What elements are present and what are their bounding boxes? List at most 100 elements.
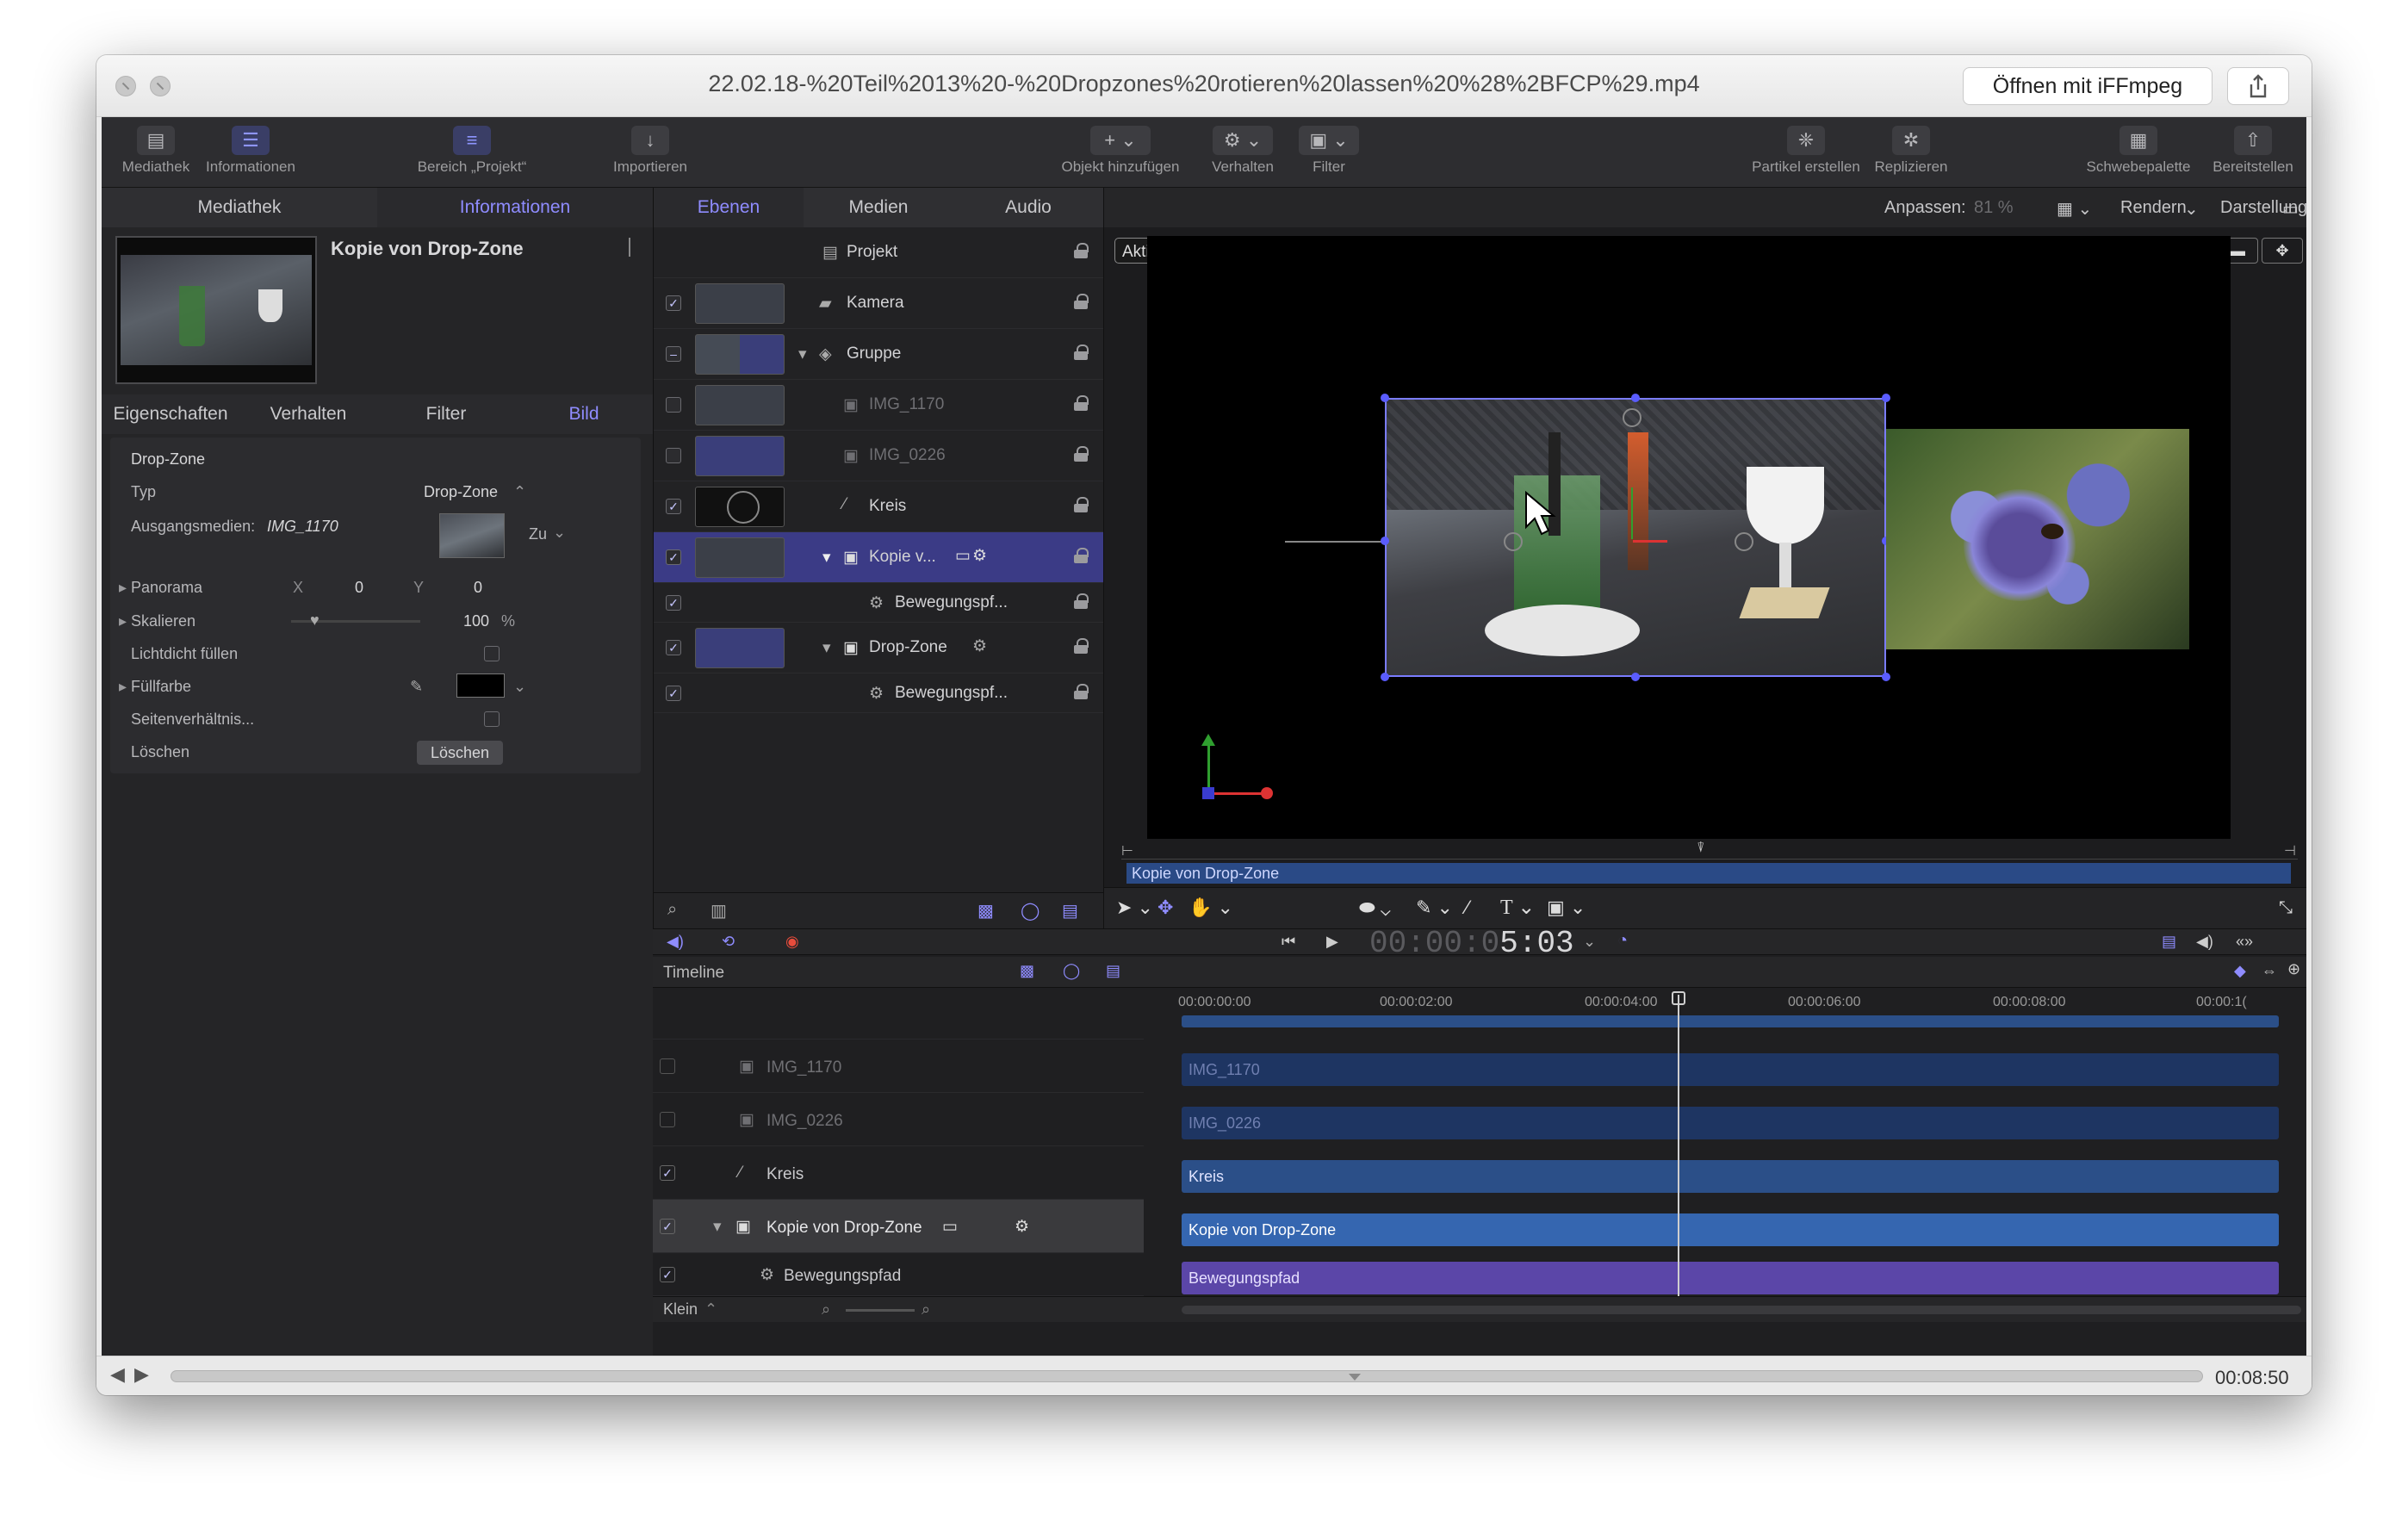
volume-icon[interactable]: ◀) — [2196, 933, 2213, 951]
layer-checkbox[interactable]: ✓ — [666, 595, 681, 611]
share-button[interactable] — [2227, 67, 2289, 105]
toolbar-inspector[interactable]: ☰ Informationen — [203, 126, 298, 176]
playhead-line[interactable] — [1678, 995, 1679, 1296]
mini-timeline-clip[interactable]: Kopie von Drop-Zone — [1126, 863, 2291, 884]
playhead-knob[interactable] — [1672, 991, 1685, 1005]
disclosure-triangle-icon[interactable]: ▾ — [822, 548, 831, 568]
pan-y-value[interactable]: 0 — [474, 579, 482, 597]
handle-top-center[interactable] — [1631, 394, 1640, 402]
pan-tool-icon[interactable]: ✥ — [2262, 238, 2303, 264]
mini-timeline-ruler[interactable]: ⊢ ⍒ ⊣ — [1121, 841, 2298, 860]
lock-icon[interactable] — [1074, 593, 1089, 609]
loop-icon[interactable]: ⟲ — [722, 933, 735, 951]
track-name-row[interactable]: ▣ IMG_0226 — [653, 1093, 1144, 1146]
tab-layers[interactable]: Ebenen — [654, 188, 804, 227]
render-menu[interactable]: Rendern — [2120, 198, 2187, 218]
fill-opaque-checkbox[interactable] — [484, 646, 500, 661]
timeline-layout-icon[interactable]: ▤ — [2162, 933, 2176, 951]
layout-options-icon[interactable]: ▭ — [2282, 198, 2299, 220]
layer-row[interactable]: – ▾ ◈ Gruppe — [654, 329, 1103, 380]
channels-icon[interactable]: ▦ ⌄ — [2057, 198, 2092, 220]
track-checkbox[interactable]: ✓ — [660, 1165, 675, 1181]
disclosure-triangle-icon[interactable]: ▾ — [798, 344, 807, 364]
lock-icon[interactable] — [1074, 548, 1089, 563]
tab-behaviors[interactable]: Verhalten — [239, 394, 377, 434]
layer-checkbox[interactable] — [666, 448, 681, 463]
toolbar-make-particles[interactable]: ❈ Partikel erstellen — [1741, 126, 1871, 176]
lock-icon[interactable] — [1074, 684, 1089, 699]
to-dropdown[interactable]: Zu — [529, 525, 547, 543]
disclosure-triangle-icon[interactable]: ▾ — [713, 1217, 722, 1237]
zoom-out-icon[interactable]: ⌕ — [822, 1300, 830, 1319]
layer-row[interactable]: ✓ ▾ ▣ Drop-Zone ⚙ — [654, 623, 1103, 673]
track-name-row[interactable]: ✓ ⁄ Kreis — [653, 1146, 1144, 1200]
layer-row[interactable]: ✓ ⚙ Bewegungspf... — [654, 673, 1103, 713]
track-checkbox[interactable]: ✓ — [660, 1267, 675, 1282]
layout-icon[interactable]: ▥ — [711, 900, 727, 922]
toolbar-share[interactable]: ⇧ Bereitstellen — [2200, 126, 2306, 176]
disclosure-triangle-icon[interactable]: ▾ — [822, 638, 831, 658]
show-filters-icon[interactable]: ▤ — [1106, 962, 1120, 980]
play-range-start-icon[interactable]: ⊢ — [1121, 842, 1133, 860]
handle-bottom-center[interactable] — [1631, 673, 1640, 681]
drop-zone-image[interactable] — [1886, 429, 2189, 649]
open-with-iffmpeg-button[interactable]: Öffnen mit iFFmpeg — [1963, 67, 2213, 105]
layer-checkbox[interactable]: ✓ — [666, 499, 681, 514]
shape-tool-icon[interactable]: ⬬ ⌄ — [1359, 897, 1391, 919]
layer-row[interactable]: ✓ ⁄ Kreis — [654, 481, 1103, 532]
zoom-icon[interactable]: ⊕ — [2287, 960, 2300, 978]
time-ruler[interactable]: 00:00:00:00 00:00:02:00 00:00:04:00 00:0… — [1147, 990, 2306, 1015]
size-dropdown[interactable]: Klein — [663, 1300, 698, 1319]
clear-button[interactable]: Löschen — [417, 741, 503, 765]
eyedropper-icon[interactable]: ✎ — [410, 678, 423, 696]
rotation-handle[interactable] — [1623, 408, 1642, 427]
handle-top-right[interactable] — [1882, 394, 1890, 402]
keyframe-icon[interactable]: ◆ — [2234, 962, 2246, 980]
play-icon[interactable]: ▶ — [134, 1363, 149, 1386]
scrubber-knob[interactable] — [1349, 1374, 1361, 1382]
playhead-icon[interactable]: ⍒ — [1697, 841, 1705, 856]
canvas-viewport[interactable] — [1147, 236, 2231, 839]
behavior-clip[interactable]: Bewegungspfad — [1182, 1262, 2279, 1294]
layer-row[interactable]: ▣ IMG_1170 — [654, 380, 1103, 431]
toolbar-import[interactable]: ↓ Importieren — [603, 126, 698, 176]
tab-media[interactable]: Medien — [804, 188, 953, 227]
tab-library[interactable]: Mediathek — [102, 188, 377, 227]
mask-shape-tool-icon[interactable]: ▣ ⌄ — [1547, 897, 1586, 919]
disclosure-triangle-icon[interactable]: ▸ — [119, 678, 127, 696]
zoom-value[interactable]: 81 % — [1974, 198, 2014, 218]
toolbar-hud[interactable]: ▦ Schwebepalette — [2074, 126, 2203, 176]
tab-properties[interactable]: Eigenschaften — [102, 394, 239, 434]
track-name-row-selected[interactable]: ✓ ▾ ▣ Kopie von Drop-Zone ▭ ⚙ — [653, 1200, 1144, 1253]
motion-path-point[interactable] — [1735, 532, 1753, 551]
track-checkbox[interactable] — [660, 1058, 675, 1074]
motion-path-point[interactable] — [1504, 532, 1523, 551]
lock-icon[interactable] — [1074, 344, 1089, 360]
selection-bounding-box[interactable] — [1385, 398, 1886, 677]
handle-bottom-left[interactable] — [1381, 673, 1389, 681]
show-filters-icon[interactable]: ▤ — [1062, 900, 1078, 922]
toolbar-filters[interactable]: ▣ ⌄ Filter — [1286, 126, 1372, 176]
layer-row[interactable]: ▤ Projekt — [654, 227, 1103, 278]
track-name-row[interactable]: ▣ IMG_1170 — [653, 1040, 1144, 1093]
toolbar-add-object[interactable]: + ⌄ Objekt hinzufügen — [1047, 126, 1194, 176]
paint-tool-icon[interactable]: ⁄ — [1466, 897, 1469, 919]
toolbar-library[interactable]: ▤ Mediathek — [117, 126, 195, 176]
tab-filters[interactable]: Filter — [377, 394, 515, 434]
tab-audio[interactable]: Audio — [953, 188, 1103, 227]
text-tool-icon[interactable]: T ⌄ — [1500, 895, 1535, 920]
lock-icon[interactable] — [1074, 638, 1089, 654]
play-icon[interactable]: ▶ — [1326, 933, 1338, 951]
layer-checkbox[interactable]: ✓ — [666, 686, 681, 701]
rewind-icon[interactable]: ◀ — [110, 1363, 125, 1386]
show-behaviors-icon[interactable]: ◯ — [1063, 962, 1080, 980]
toolbar-project-pane[interactable]: ≡ Bereich „Projekt“ — [407, 126, 537, 176]
audio-icon[interactable]: ◀) — [667, 933, 684, 951]
source-thumbnail[interactable] — [439, 513, 505, 558]
slider-knob-icon[interactable]: ♥ — [310, 611, 320, 630]
scrubber-track[interactable] — [171, 1370, 2203, 1382]
disclosure-triangle-icon[interactable]: ▸ — [119, 579, 127, 597]
search-icon[interactable]: ⌕ — [667, 900, 677, 920]
disclosure-triangle-icon[interactable]: ▸ — [119, 612, 127, 630]
lock-icon[interactable] — [1074, 446, 1089, 462]
